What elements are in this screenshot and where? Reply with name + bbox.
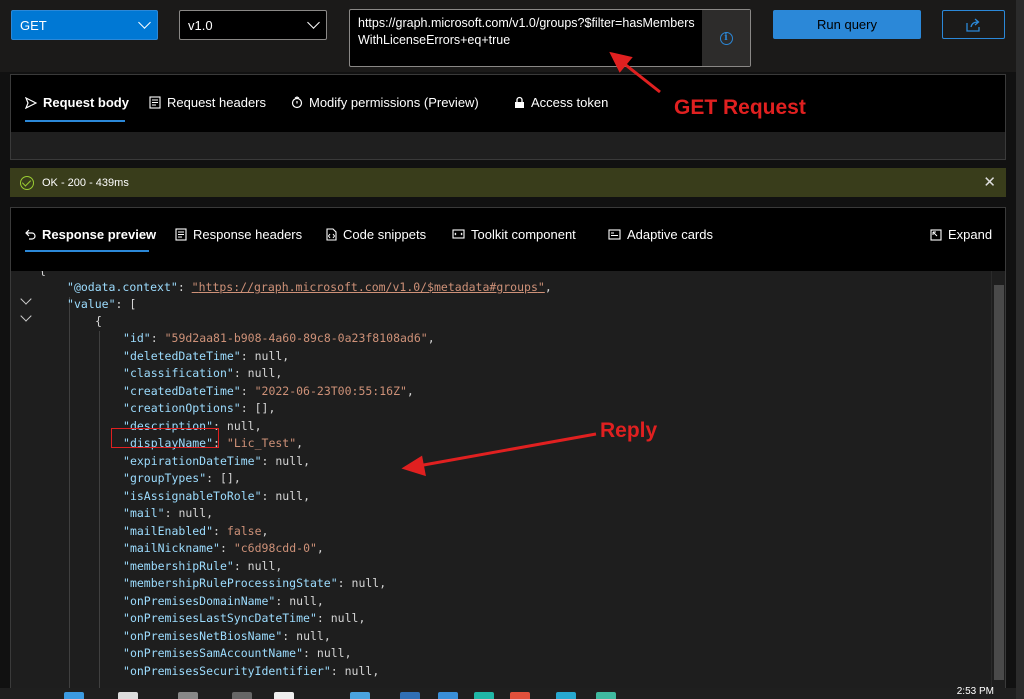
taskbar-clock[interactable]: 2:53 PM	[957, 686, 994, 697]
explorer-icon[interactable]	[274, 692, 294, 699]
app2-icon[interactable]	[596, 692, 616, 699]
annotation-arrows	[401, 51, 661, 477]
windows-taskbar: 2:53 PM	[0, 686, 1024, 699]
office-icon[interactable]	[510, 692, 530, 699]
browser-icon[interactable]	[556, 692, 576, 699]
task-view-icon[interactable]	[178, 692, 198, 699]
edge-icon[interactable]	[474, 692, 494, 699]
store-icon[interactable]	[438, 692, 458, 699]
search-icon[interactable]	[118, 692, 138, 699]
settings-icon[interactable]	[232, 692, 252, 699]
window-edge	[1016, 0, 1024, 699]
start-icon[interactable]	[64, 692, 84, 699]
mail-icon[interactable]	[400, 692, 420, 699]
app-icon[interactable]	[350, 692, 370, 699]
